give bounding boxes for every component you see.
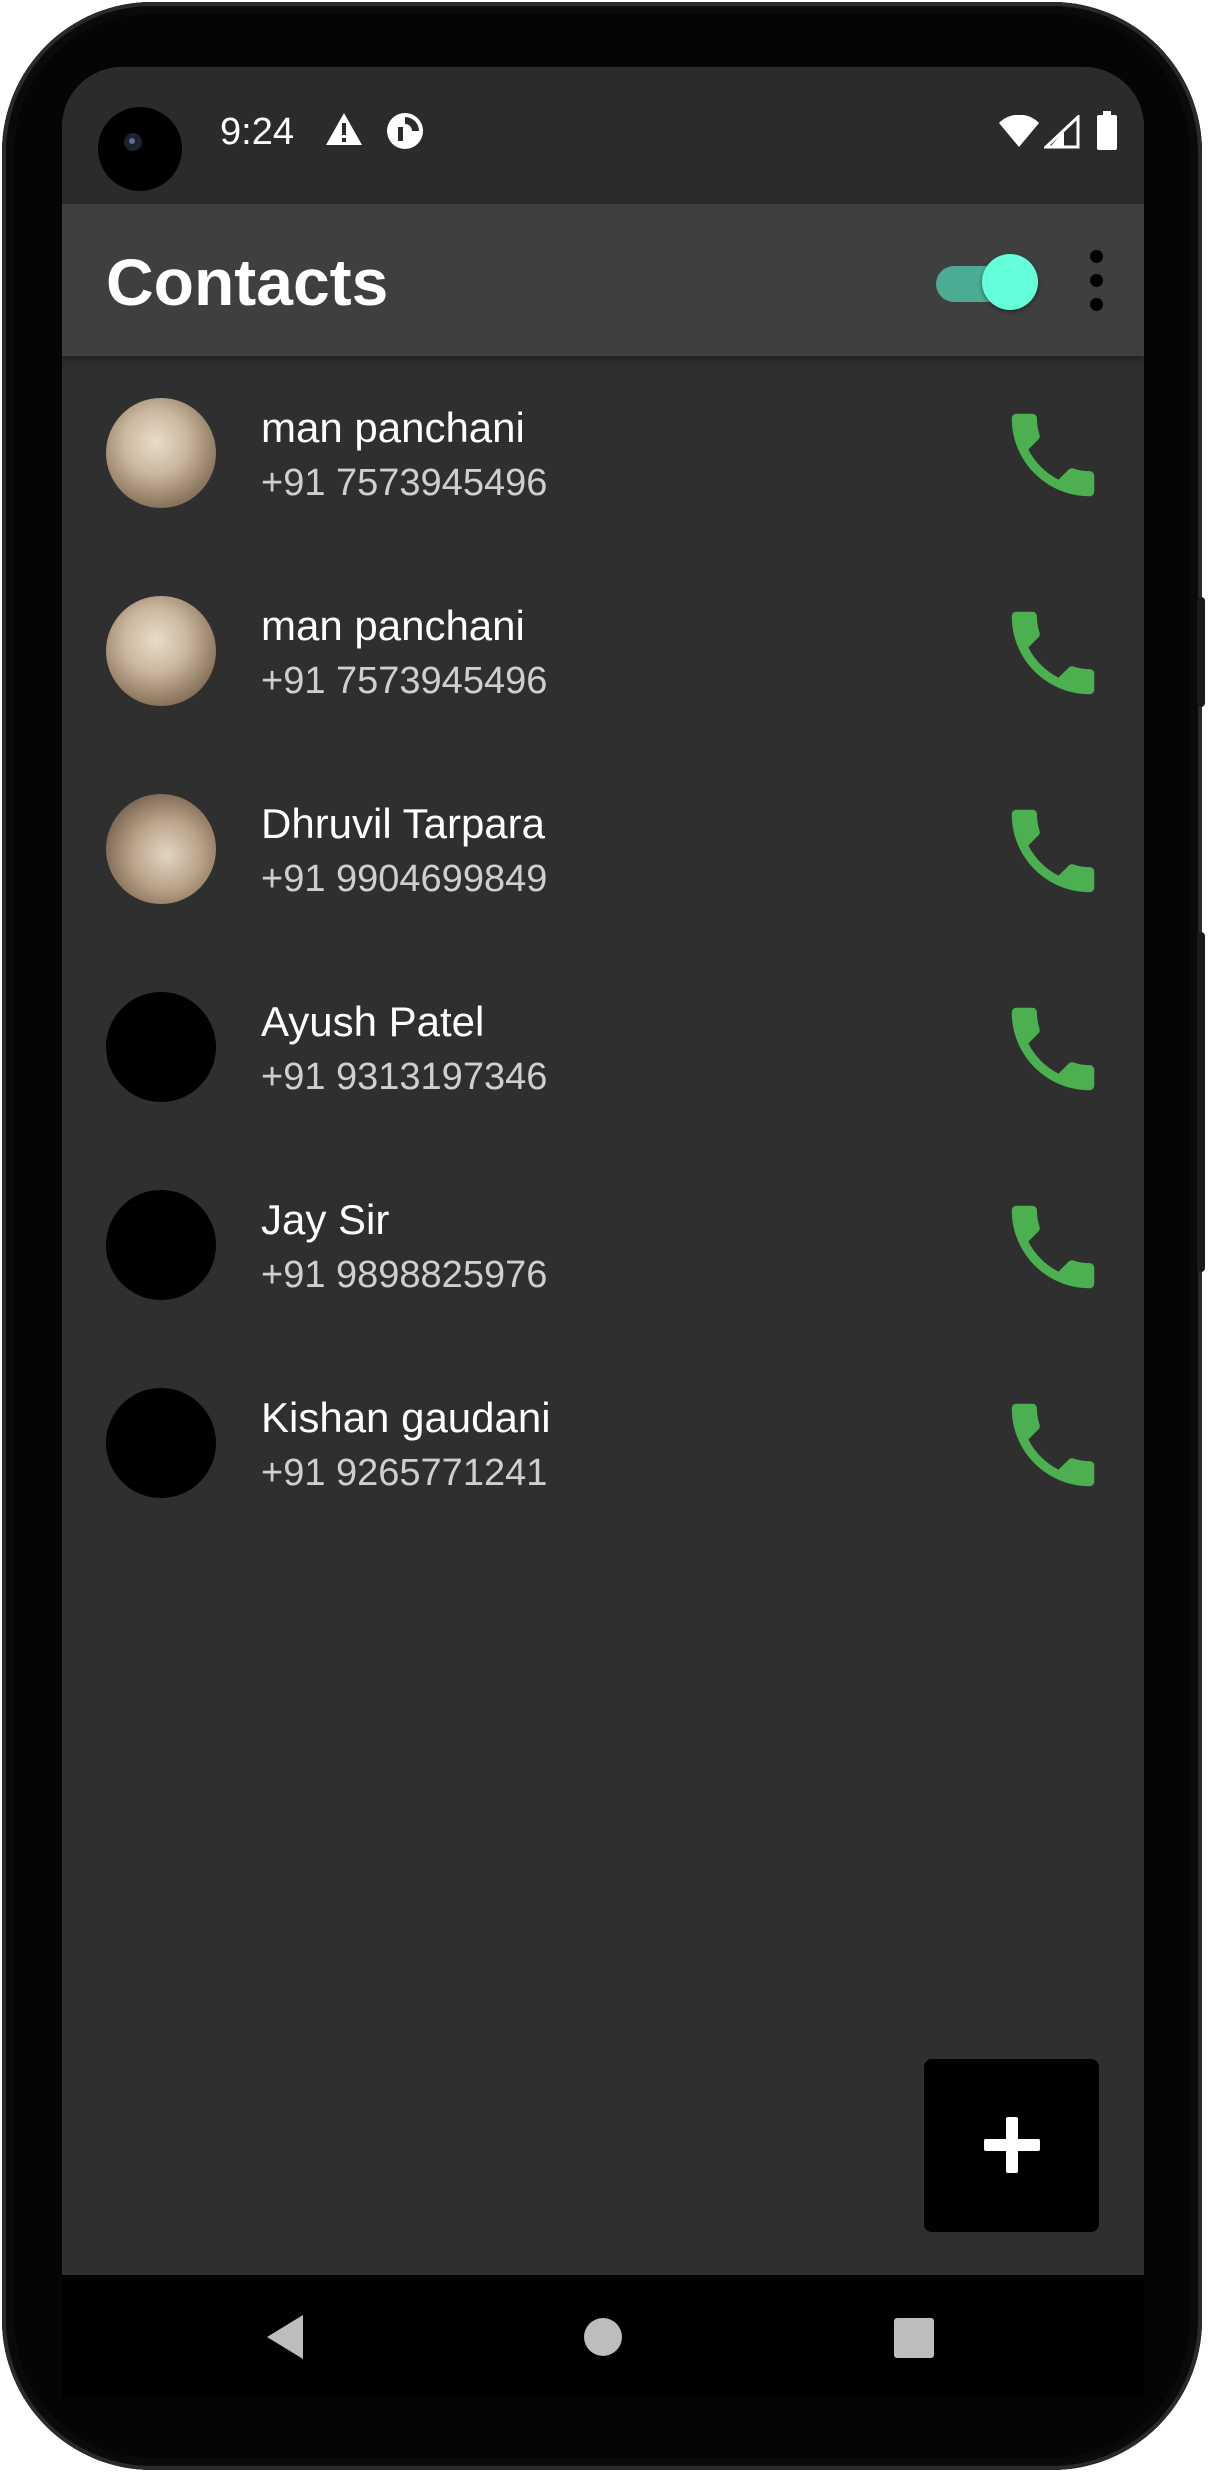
contact-phone: +91 9265771241 <box>261 1452 548 1494</box>
status-time: 9:24 <box>220 111 294 153</box>
navigation-bar <box>62 2275 1144 2397</box>
warning-icon <box>326 113 362 145</box>
contact-phone: +91 9313197346 <box>261 1056 548 1098</box>
contact-phone: +91 7573945496 <box>261 660 548 702</box>
status-bar: 9:24 <box>62 67 1144 204</box>
signal-icon <box>1044 115 1080 149</box>
avatar <box>106 398 216 508</box>
page-title: Contacts <box>106 245 389 319</box>
wifi-icon <box>999 115 1039 147</box>
list-item[interactable]: Kishan gaudani +91 9265771241 <box>62 1346 1144 1544</box>
avatar <box>106 794 216 904</box>
contact-phone: +91 7573945496 <box>261 462 548 504</box>
back-icon[interactable] <box>267 2315 303 2359</box>
phone-icon[interactable] <box>998 994 1108 1104</box>
app-bar: Contacts <box>62 204 1144 356</box>
contact-name: man panchani <box>261 404 525 451</box>
list-item[interactable]: man panchani +91 7573945496 <box>62 554 1144 752</box>
home-icon[interactable] <box>584 2318 622 2356</box>
contact-name: Dhruvil Tarpara <box>261 800 546 847</box>
volume-button <box>1197 932 1205 1272</box>
avatar <box>106 1388 216 1498</box>
front-camera <box>98 107 182 191</box>
avatar <box>106 992 216 1102</box>
phone-icon[interactable] <box>998 1390 1108 1500</box>
list-item[interactable]: Ayush Patel +91 9313197346 <box>62 950 1144 1148</box>
recents-icon[interactable] <box>894 2318 934 2358</box>
contact-phone: +91 9898825976 <box>261 1254 548 1296</box>
battery-icon <box>1097 111 1117 150</box>
contact-name: Ayush Patel <box>261 998 485 1045</box>
phone-icon[interactable] <box>998 796 1108 906</box>
avatar <box>106 596 216 706</box>
list-item[interactable]: Jay Sir +91 9898825976 <box>62 1148 1144 1346</box>
list-item[interactable]: Dhruvil Tarpara +91 9904699849 <box>62 752 1144 950</box>
avatar <box>106 1190 216 1300</box>
phone-icon[interactable] <box>998 400 1108 510</box>
contact-name: Kishan gaudani <box>261 1394 551 1441</box>
list-item[interactable]: man panchani +91 7573945496 <box>62 356 1144 554</box>
more-vert-icon[interactable] <box>1084 244 1108 316</box>
theme-toggle[interactable] <box>932 254 1038 310</box>
add-contact-button[interactable] <box>924 2059 1099 2232</box>
power-button <box>1197 597 1205 707</box>
contact-name: Jay Sir <box>261 1196 390 1243</box>
phone-icon[interactable] <box>998 598 1108 708</box>
phone-icon[interactable] <box>998 1192 1108 1302</box>
data-saver-icon <box>387 113 423 149</box>
contact-name: man panchani <box>261 602 525 649</box>
contact-phone: +91 9904699849 <box>261 858 548 900</box>
phone-frame: 9:24 Contacts man panchani +91 757394549… <box>2 2 1205 2470</box>
screen: 9:24 Contacts man panchani +91 757394549… <box>62 67 1144 2397</box>
